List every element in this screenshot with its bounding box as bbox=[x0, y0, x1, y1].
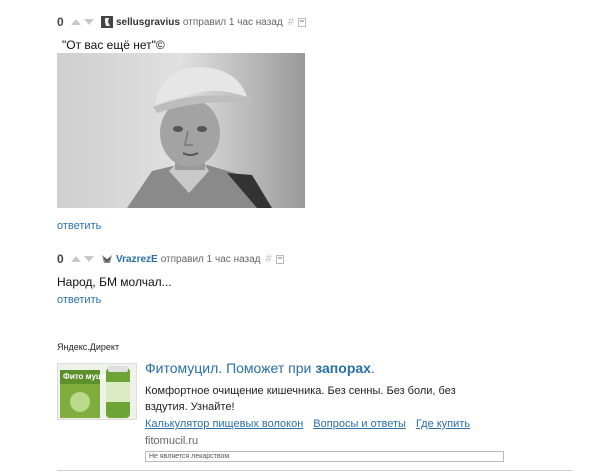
divider bbox=[57, 470, 572, 471]
avatar[interactable] bbox=[101, 16, 113, 28]
vote-down-icon[interactable] bbox=[84, 19, 94, 25]
ad-links: Калькулятор пищевых волокон Вопросы и отв… bbox=[145, 418, 480, 430]
ad-label: Яндекс.Директ bbox=[57, 342, 120, 352]
comment-text: "От вас ещё нет"© bbox=[62, 38, 165, 52]
comment-score: 0 bbox=[57, 252, 64, 266]
permalink-icon[interactable]: # bbox=[288, 16, 294, 28]
save-icon[interactable] bbox=[297, 17, 306, 27]
ad-link-calculator[interactable]: Калькулятор пищевых волокон bbox=[145, 418, 303, 430]
vote-down-icon[interactable] bbox=[84, 256, 94, 262]
ad-domain[interactable]: fitomucil.ru bbox=[145, 435, 198, 447]
ad-image[interactable]: Фито муцил bbox=[57, 363, 137, 420]
comment-meta: отправил 1 час назад bbox=[160, 253, 261, 265]
reply-link[interactable]: ответить bbox=[57, 294, 101, 306]
save-icon[interactable] bbox=[275, 254, 284, 264]
comment-author[interactable]: sellusgravius bbox=[116, 17, 180, 28]
ad-description: Комфортное очищение кишечника. Без сенны… bbox=[145, 385, 456, 413]
comment-header: 0 VrazrezE отправил 1 час назад # bbox=[57, 251, 284, 267]
permalink-icon[interactable]: # bbox=[266, 253, 272, 265]
comment-header: 0 sellusgravius отправил 1 час назад # bbox=[57, 14, 306, 30]
ad-link-faq[interactable]: Вопросы и ответы bbox=[313, 418, 406, 430]
comment-score: 0 bbox=[57, 15, 64, 29]
ad-title-bold[interactable]: запорах bbox=[315, 360, 371, 376]
ad-title-end: . bbox=[370, 360, 375, 376]
ad-title[interactable]: Фитомуцил. Поможет при запорах. bbox=[145, 360, 375, 376]
avatar[interactable] bbox=[101, 253, 113, 265]
comment-image bbox=[57, 53, 305, 208]
vote-up-icon[interactable] bbox=[71, 19, 81, 25]
ad-title-main[interactable]: Фитомуцил. Поможет при bbox=[145, 360, 315, 376]
vote-up-icon[interactable] bbox=[71, 256, 81, 262]
comment-text: Народ, БМ молчал... bbox=[57, 275, 172, 289]
ad-thumb-brand: Фито муцил bbox=[63, 372, 111, 381]
comment-meta: отправил 1 час назад bbox=[182, 16, 283, 28]
ad-link-where-to-buy[interactable]: Где купить bbox=[416, 418, 470, 430]
comment-author[interactable]: VrazrezE bbox=[116, 254, 158, 265]
ad-warning: Не является лекарством bbox=[145, 451, 504, 462]
reply-link[interactable]: ответить bbox=[57, 220, 101, 232]
